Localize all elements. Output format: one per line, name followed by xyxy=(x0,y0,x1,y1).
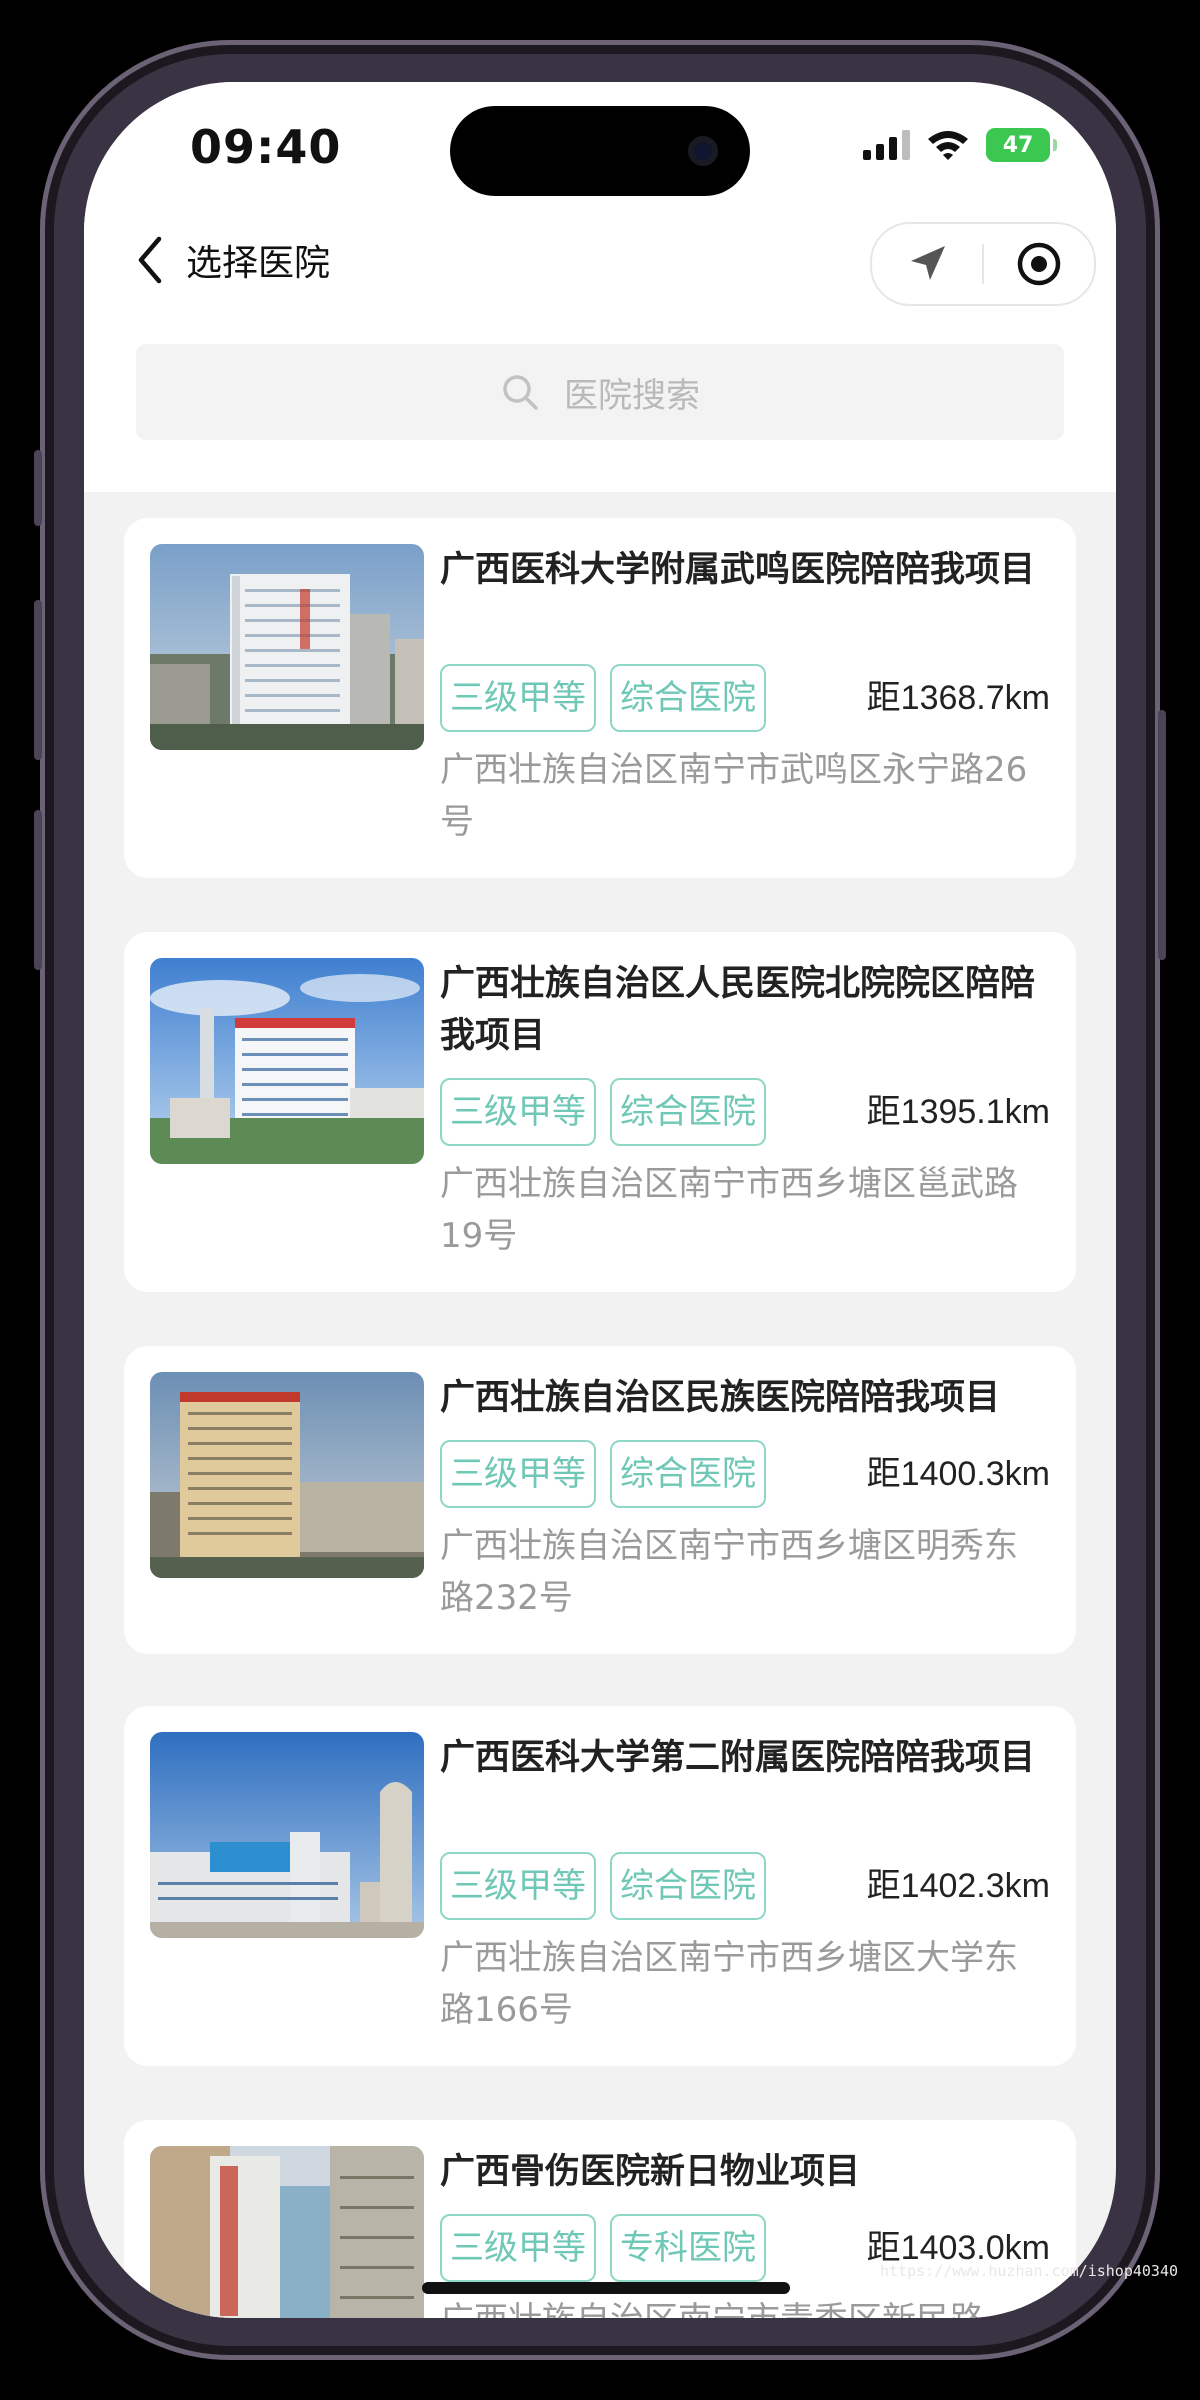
hospital-address: 广西壮族自治区南宁市西乡塘区邕武路19号 xyxy=(440,1164,1018,1256)
mini-program-capsule xyxy=(870,222,1096,306)
hospital-photo xyxy=(150,1372,424,1578)
tag-row: 三级甲等 综合医院 xyxy=(440,1078,766,1146)
distance: 距1368.7km xyxy=(866,679,1050,717)
type-tag: 综合医院 xyxy=(610,1078,766,1146)
hospital-photo xyxy=(150,2146,424,2318)
hospital-name: 广西医科大学第二附属医院陪陪我项目 xyxy=(440,1738,1036,1778)
type-tag: 综合医院 xyxy=(610,1852,766,1920)
side-button-volume-up xyxy=(34,600,42,760)
header: 09:40 47 选择医院 医院搜索 xyxy=(84,82,1116,492)
hospital-address: 广西壮族自治区南宁市武鸣区永宁路26号 xyxy=(440,750,1028,842)
side-button-action xyxy=(34,450,42,526)
tag-row: 三级甲等 综合医院 xyxy=(440,664,766,732)
home-indicator xyxy=(422,2282,790,2294)
hospital-photo xyxy=(150,544,424,750)
search-icon xyxy=(503,375,538,410)
device-screenshot: 09:40 47 选择医院 医院搜索 广西医科大学附属武鸣医院陪陪我项目 三级甲… xyxy=(0,0,1200,2400)
search-input[interactable]: 医院搜索 xyxy=(136,344,1064,440)
type-tag: 专科医院 xyxy=(610,2214,766,2282)
hospital-card[interactable]: 广西壮族自治区民族医院陪陪我项目 三级甲等 综合医院 距1400.3km 广西壮… xyxy=(124,1346,1076,1654)
level-tag: 三级甲等 xyxy=(440,1440,596,1508)
level-tag: 三级甲等 xyxy=(440,1852,596,1920)
level-tag: 三级甲等 xyxy=(440,1078,596,1146)
tag-row: 三级甲等 综合医院 xyxy=(440,1440,766,1508)
hospital-address: 广西壮族自治区南宁市青秀区新民路 xyxy=(440,2294,1050,2318)
side-button-power xyxy=(1158,710,1166,960)
chevron-left-icon xyxy=(138,236,162,284)
type-tag: 综合医院 xyxy=(610,1440,766,1508)
page-title: 选择医院 xyxy=(186,243,331,284)
dynamic-island xyxy=(450,106,750,196)
search-placeholder: 医院搜索 xyxy=(564,375,700,416)
hospital-address: 广西壮族自治区南宁市西乡塘区明秀东路232号 xyxy=(440,1526,1018,1618)
close-miniprogram-button[interactable] xyxy=(984,224,1094,304)
level-tag: 三级甲等 xyxy=(440,2214,596,2282)
tag-row: 三级甲等 专科医院 xyxy=(440,2214,766,2282)
hospital-name: 广西医科大学附属武鸣医院陪陪我项目 xyxy=(440,550,1036,590)
distance: 距1395.1km xyxy=(866,1093,1050,1131)
level-tag: 三级甲等 xyxy=(440,664,596,732)
hospital-card[interactable]: 广西医科大学第二附属医院陪陪我项目 三级甲等 综合医院 距1402.3km 广西… xyxy=(124,1706,1076,2066)
hospital-photo xyxy=(150,1732,424,1938)
watermark: https://www.huzhan.com/ishop40340 xyxy=(880,2262,1179,2280)
hospital-card[interactable]: 广西壮族自治区人民医院北院院区陪陪我项目 三级甲等 综合医院 距1395.1km… xyxy=(124,932,1076,1292)
app-screen: 09:40 47 选择医院 医院搜索 广西医科大学附属武鸣医院陪陪我项目 三级甲… xyxy=(84,82,1116,2318)
front-camera-icon xyxy=(688,136,718,166)
hospital-address: 广西壮族自治区南宁市西乡塘区大学东路166号 xyxy=(440,1938,1018,2030)
cellular-signal-icon xyxy=(863,130,910,160)
hospital-photo xyxy=(150,958,424,1164)
battery-icon: 47 xyxy=(986,128,1057,162)
hospital-name: 广西壮族自治区人民医院北院院区陪陪我项目 xyxy=(440,964,1036,1056)
wifi-icon xyxy=(926,129,970,161)
target-circle-icon xyxy=(1017,242,1061,286)
back-button[interactable] xyxy=(120,230,180,290)
tag-row: 三级甲等 综合医院 xyxy=(440,1852,766,1920)
status-time: 09:40 xyxy=(190,120,342,174)
location-arrow-icon xyxy=(911,246,945,280)
distance: 距1400.3km xyxy=(866,1455,1050,1493)
hospital-card[interactable]: 广西医科大学附属武鸣医院陪陪我项目 三级甲等 综合医院 距1368.7km 广西… xyxy=(124,518,1076,878)
battery-level: 47 xyxy=(1002,132,1034,158)
location-button[interactable] xyxy=(872,224,982,304)
hospital-name: 广西壮族自治区民族医院陪陪我项目 xyxy=(440,1378,1001,1418)
hospital-name: 广西骨伤医院新日物业项目 xyxy=(440,2152,861,2192)
type-tag: 综合医院 xyxy=(610,664,766,732)
side-button-volume-down xyxy=(34,810,42,970)
status-icons: 47 xyxy=(863,128,1057,162)
distance: 距1402.3km xyxy=(866,1867,1050,1905)
